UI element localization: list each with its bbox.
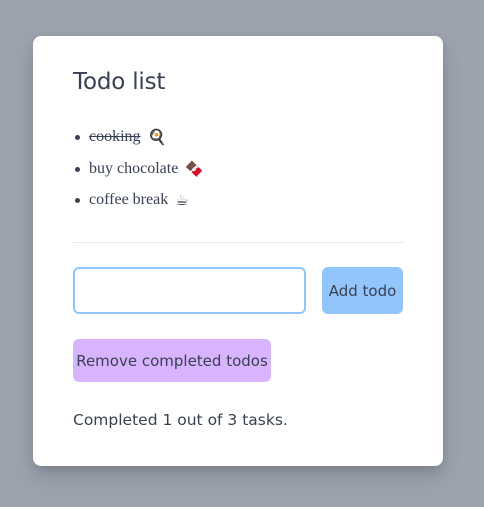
chocolate-bar-icon: 🍫 xyxy=(185,159,204,178)
todo-item-buy-chocolate[interactable]: buy chocolate 🍫 xyxy=(73,158,204,190)
frying-pan-icon: 🍳 xyxy=(147,128,167,146)
bullet-icon xyxy=(75,198,80,203)
page-title: Todo list xyxy=(73,69,166,95)
divider xyxy=(73,242,403,243)
todo-card: Todo list cooking 🍳 buy chocolate 🍫 coff… xyxy=(33,36,443,466)
coffee-cup-icon: ☕ xyxy=(175,191,189,209)
todo-item-cooking[interactable]: cooking 🍳 xyxy=(73,126,204,158)
todo-text: coffee break xyxy=(89,191,169,208)
bullet-icon xyxy=(75,135,80,140)
new-todo-input[interactable] xyxy=(73,267,306,314)
todo-item-coffee-break[interactable]: coffee break ☕ xyxy=(73,189,204,221)
todo-text: buy chocolate xyxy=(89,159,179,177)
add-todo-button[interactable]: Add todo xyxy=(322,267,403,314)
todo-list: cooking 🍳 buy chocolate 🍫 coffee break ☕ xyxy=(73,126,204,221)
remove-completed-button[interactable]: Remove completed todos xyxy=(73,339,271,382)
todo-text: cooking xyxy=(89,128,141,145)
completion-status: Completed 1 out of 3 tasks. xyxy=(73,411,288,429)
bullet-icon xyxy=(75,166,80,172)
